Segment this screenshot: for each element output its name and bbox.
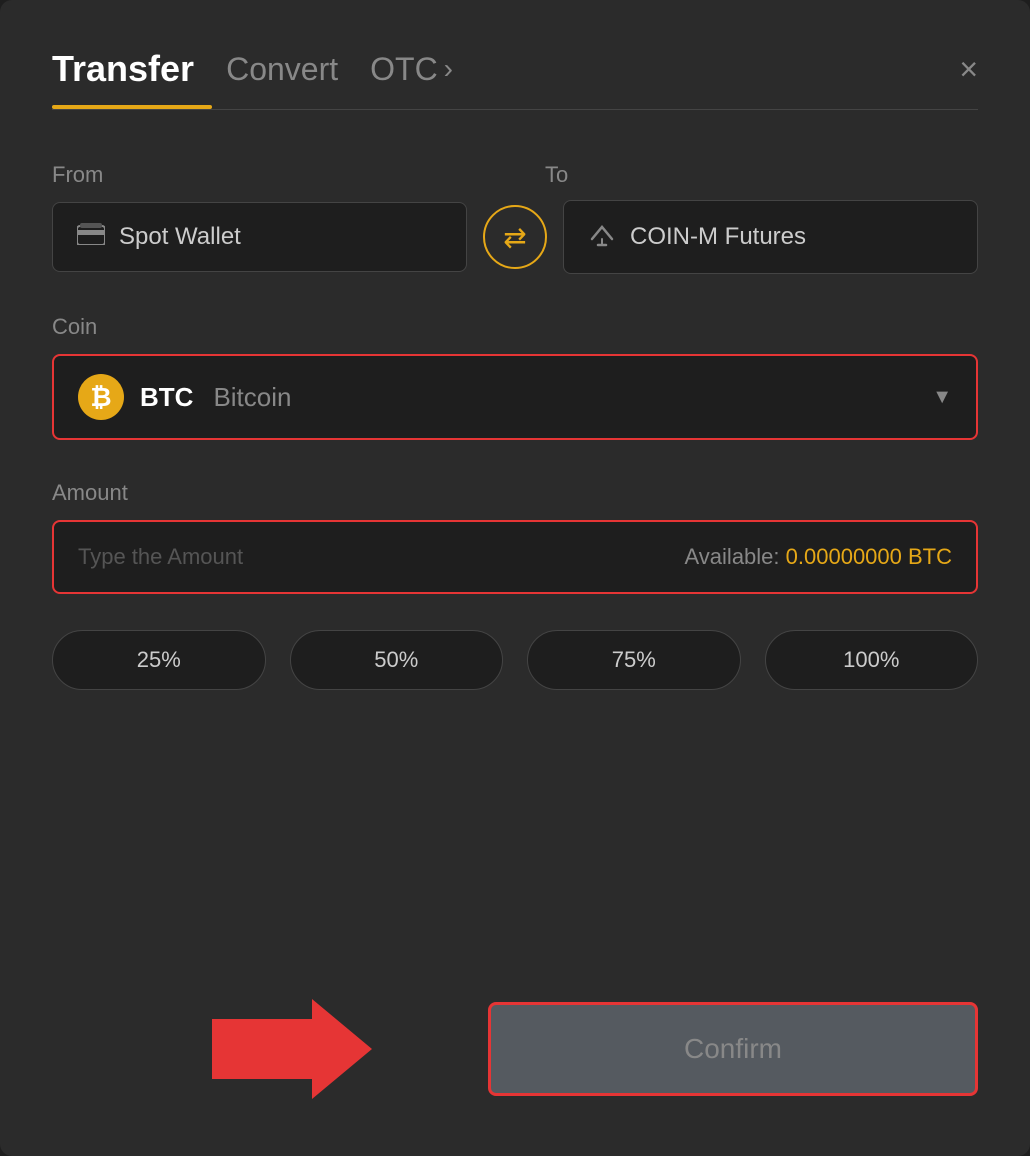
from-to-labels: From To (52, 162, 978, 188)
coin-section: Coin ₿ BTC Bitcoin ▼ (52, 314, 978, 440)
from-wallet-selector[interactable]: Spot Wallet (52, 202, 467, 272)
from-to-inputs: Spot Wallet ⇄ COIN-M Futures (52, 200, 978, 274)
active-tab-indicator (52, 105, 212, 109)
coin-dropdown-arrow-icon: ▼ (932, 386, 952, 409)
convert-tab[interactable]: Convert (226, 51, 338, 88)
coin-selector[interactable]: ₿ BTC Bitcoin ▼ (52, 354, 978, 440)
arrow-indicator-icon (212, 999, 372, 1099)
btc-icon: ₿ (78, 374, 124, 420)
available-label: Available: (685, 544, 780, 569)
percent-25-button[interactable]: 25% (52, 630, 266, 690)
to-label: To (545, 162, 978, 188)
otc-tab-label: OTC (370, 51, 438, 88)
swap-arrows-icon: ⇄ (503, 221, 526, 254)
percent-75-button[interactable]: 75% (527, 630, 741, 690)
otc-chevron-icon: › (444, 53, 453, 85)
futures-transfer-icon (588, 221, 616, 253)
amount-placeholder: Type the Amount (78, 544, 243, 570)
amount-section: Amount Type the Amount Available: 0.0000… (52, 480, 978, 594)
percent-100-button[interactable]: 100% (765, 630, 979, 690)
swap-button[interactable]: ⇄ (483, 205, 547, 269)
tab-underline-wrapper (52, 106, 978, 110)
percent-buttons-group: 25% 50% 75% 100% (52, 630, 978, 690)
bottom-action-area: Confirm (52, 1002, 978, 1096)
close-button[interactable]: × (959, 53, 978, 85)
available-balance: Available: 0.00000000 BTC (685, 544, 952, 570)
wallet-card-icon (77, 223, 105, 251)
coin-full-name: Bitcoin (213, 382, 291, 413)
confirm-button[interactable]: Confirm (488, 1002, 978, 1096)
transfer-tab[interactable]: Transfer (52, 48, 194, 90)
coin-symbol: BTC (140, 382, 193, 413)
percent-50-button[interactable]: 50% (290, 630, 504, 690)
from-label: From (52, 162, 485, 188)
transfer-modal: Transfer Convert OTC › × From To (0, 0, 1030, 1156)
to-wallet-label: COIN-M Futures (630, 223, 806, 251)
available-value: 0.00000000 BTC (786, 544, 952, 569)
modal-header: Transfer Convert OTC › × (52, 48, 978, 90)
amount-input-box[interactable]: Type the Amount Available: 0.00000000 BT… (52, 520, 978, 594)
to-wallet-selector[interactable]: COIN-M Futures (563, 200, 978, 274)
from-wallet-label: Spot Wallet (119, 223, 241, 251)
otc-tab[interactable]: OTC › (370, 51, 453, 88)
coin-label: Coin (52, 314, 978, 340)
amount-label: Amount (52, 480, 978, 506)
from-to-section: From To Spot Wallet ⇄ (52, 162, 978, 274)
